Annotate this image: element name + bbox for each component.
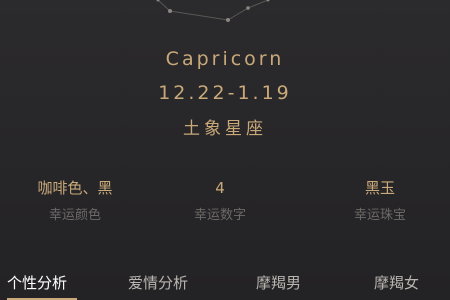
constellation-graphic <box>156 0 270 22</box>
tab-love[interactable]: 爱情分析 <box>128 272 188 294</box>
lucky-gem-value: 黑玉 <box>364 179 395 197</box>
tab-personality[interactable]: 个性分析 <box>7 272 67 294</box>
lucky-number-value: 4 <box>215 179 225 197</box>
constellation-star <box>226 18 230 22</box>
sign-date-range: 12.22-1.19 <box>158 82 292 104</box>
zodiac-detail-screen: Capricorn 12.22-1.19 土象星座 咖啡色、黑 幸运颜色 4 幸… <box>0 0 450 300</box>
lucky-number-stat: 4 幸运数字 <box>145 176 295 226</box>
analysis-tab-bar: 个性分析 爱情分析 摩羯男 摩羯女 <box>0 266 450 300</box>
constellation-lines <box>157 0 269 21</box>
lucky-gem-stat: 黑玉 幸运珠宝 <box>305 176 450 226</box>
tab-capricorn-male[interactable]: 摩羯男 <box>256 272 301 294</box>
constellation-star <box>168 9 172 13</box>
sign-element: 土象星座 <box>183 119 267 139</box>
lucky-number-label: 幸运数字 <box>193 208 246 223</box>
constellation-star <box>246 6 250 10</box>
constellation-star <box>266 0 270 2</box>
lucky-color-value: 咖啡色、黑 <box>37 179 113 197</box>
lucky-stats: 咖啡色、黑 幸运颜色 4 幸运数字 黑玉 幸运珠宝 <box>0 176 450 236</box>
sign-name: Capricorn <box>165 48 285 70</box>
tab-capricorn-female[interactable]: 摩羯女 <box>374 272 419 294</box>
lucky-color-label: 幸运颜色 <box>48 208 101 223</box>
lucky-gem-label: 幸运珠宝 <box>353 208 406 223</box>
lucky-color-stat: 咖啡色、黑 幸运颜色 <box>0 176 150 226</box>
